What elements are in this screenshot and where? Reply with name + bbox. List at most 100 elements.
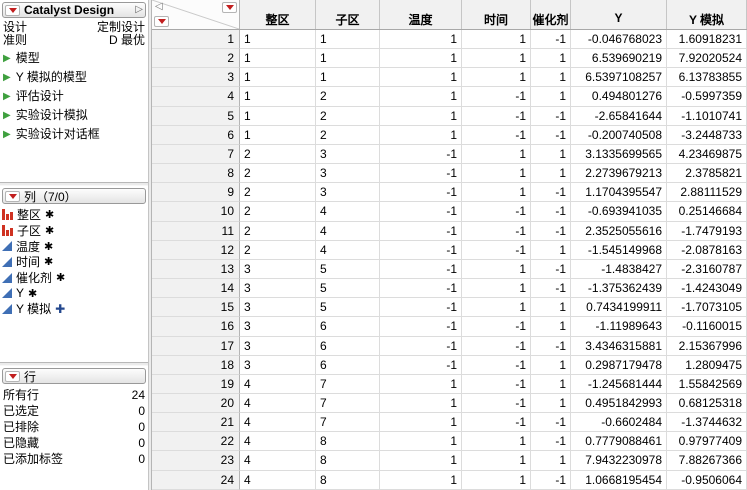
- red-triangle-menu-icon[interactable]: [5, 190, 20, 202]
- table-cell[interactable]: 2: [316, 125, 380, 145]
- table-cell[interactable]: -3.2448733: [667, 125, 747, 145]
- table-cell[interactable]: 1: [462, 470, 531, 490]
- table-cell[interactable]: 3: [240, 336, 316, 356]
- design-outline-item[interactable]: ▶ Y 模拟的模型: [0, 70, 148, 85]
- row-number-cell[interactable]: 12: [152, 240, 240, 260]
- row-stat-item[interactable]: 已排除 0: [0, 419, 148, 435]
- table-cell[interactable]: 2.88111529: [667, 183, 747, 203]
- table-cell[interactable]: 2: [240, 221, 316, 241]
- design-outline-item[interactable]: ▶ 评估设计: [0, 89, 148, 104]
- table-cell[interactable]: 1.2809475: [667, 355, 747, 375]
- table-cell[interactable]: 1: [380, 470, 462, 490]
- table-cell[interactable]: -1.11989643: [571, 317, 667, 337]
- table-cell[interactable]: -1: [380, 183, 462, 203]
- table-cell[interactable]: 1: [531, 240, 571, 260]
- table-cell[interactable]: 4: [316, 221, 380, 241]
- table-cell[interactable]: -1: [462, 393, 531, 414]
- table-cell[interactable]: 1.0668195454: [571, 470, 667, 490]
- table-cell[interactable]: 3: [316, 144, 380, 165]
- table-cell[interactable]: 0.4951842993: [571, 393, 667, 414]
- table-cell[interactable]: -2.3160787: [667, 259, 747, 280]
- table-cell[interactable]: -0.046768023: [571, 30, 667, 50]
- table-cell[interactable]: -1: [531, 432, 571, 452]
- table-cell[interactable]: 0.2987179478: [571, 355, 667, 375]
- table-cell[interactable]: 0.7779088461: [571, 432, 667, 452]
- table-cell[interactable]: 8: [316, 451, 380, 471]
- table-cell[interactable]: 5: [316, 298, 380, 318]
- table-cell[interactable]: 1: [462, 164, 531, 184]
- table-cell[interactable]: -1: [462, 413, 531, 433]
- table-cell[interactable]: -1: [531, 221, 571, 241]
- table-cell[interactable]: -1: [462, 355, 531, 375]
- rows-red-triangle-icon[interactable]: [154, 16, 169, 27]
- table-cell[interactable]: -1.7073105: [667, 298, 747, 318]
- table-cell[interactable]: 2: [240, 183, 316, 203]
- column-list-item[interactable]: 子区 ✱: [0, 223, 148, 239]
- row-number-cell[interactable]: 23: [152, 451, 240, 471]
- table-cell[interactable]: -1: [462, 317, 531, 337]
- row-number-cell[interactable]: 9: [152, 183, 240, 203]
- table-cell[interactable]: -1: [380, 279, 462, 299]
- table-cell[interactable]: -1: [531, 279, 571, 299]
- column-header[interactable]: 子区: [316, 0, 380, 29]
- table-cell[interactable]: 2: [240, 164, 316, 184]
- column-header[interactable]: Y: [571, 0, 667, 29]
- table-cell[interactable]: 8: [316, 470, 380, 490]
- table-cell[interactable]: -1: [531, 30, 571, 50]
- table-cell[interactable]: -1.7479193: [667, 221, 747, 241]
- table-cell[interactable]: -1: [462, 106, 531, 126]
- table-cell[interactable]: 4: [240, 374, 316, 394]
- table-cell[interactable]: 1: [316, 30, 380, 50]
- table-cell[interactable]: -1: [380, 202, 462, 222]
- row-number-cell[interactable]: 6: [152, 125, 240, 145]
- column-list-item[interactable]: 催化剂 ✱: [0, 270, 148, 286]
- column-header[interactable]: 催化剂: [531, 0, 571, 29]
- table-cell[interactable]: 0.25146684: [667, 202, 747, 222]
- table-cell[interactable]: 4: [240, 393, 316, 414]
- column-list-item[interactable]: Y ✱: [0, 285, 148, 301]
- table-cell[interactable]: 1: [316, 49, 380, 69]
- row-number-cell[interactable]: 5: [152, 106, 240, 126]
- design-outline-item[interactable]: ▶ 模型: [0, 51, 148, 66]
- table-cell[interactable]: 6: [316, 355, 380, 375]
- table-cell[interactable]: -2.65841644: [571, 106, 667, 126]
- table-cell[interactable]: 3.1335699565: [571, 144, 667, 165]
- columns-red-triangle-icon[interactable]: [222, 2, 237, 13]
- table-cell[interactable]: -0.200740508: [571, 125, 667, 145]
- table-cell[interactable]: 3: [240, 279, 316, 299]
- row-number-cell[interactable]: 21: [152, 413, 240, 433]
- table-cell[interactable]: -1: [462, 87, 531, 107]
- table-cell[interactable]: -1: [380, 221, 462, 241]
- row-number-cell[interactable]: 2: [152, 49, 240, 69]
- row-number-cell[interactable]: 20: [152, 393, 240, 414]
- table-cell[interactable]: 2: [240, 144, 316, 165]
- table-cell[interactable]: 1: [462, 68, 531, 88]
- row-number-cell[interactable]: 24: [152, 470, 240, 490]
- table-cell[interactable]: -0.1160015: [667, 317, 747, 337]
- table-cell[interactable]: -1: [462, 336, 531, 356]
- table-cell[interactable]: 0.97977409: [667, 432, 747, 452]
- table-cell[interactable]: 5: [316, 279, 380, 299]
- table-cell[interactable]: 6.13783855: [667, 68, 747, 88]
- row-number-cell[interactable]: 19: [152, 374, 240, 394]
- table-cell[interactable]: -1: [462, 374, 531, 394]
- grid-corner-cell[interactable]: ◁: [152, 0, 240, 29]
- table-cell[interactable]: -1.545149968: [571, 240, 667, 260]
- row-stat-item[interactable]: 所有行 24: [0, 387, 148, 403]
- row-number-cell[interactable]: 4: [152, 87, 240, 107]
- column-header[interactable]: 时间: [462, 0, 531, 29]
- table-cell[interactable]: 1.60918231: [667, 30, 747, 50]
- table-cell[interactable]: -0.693941035: [571, 202, 667, 222]
- table-cell[interactable]: 1: [531, 49, 571, 69]
- column-list-item[interactable]: 时间 ✱: [0, 254, 148, 270]
- table-cell[interactable]: -1: [380, 298, 462, 318]
- row-number-cell[interactable]: 18: [152, 355, 240, 375]
- row-stat-item[interactable]: 已选定 0: [0, 403, 148, 419]
- table-cell[interactable]: 1: [462, 432, 531, 452]
- table-cell[interactable]: -1: [531, 413, 571, 433]
- table-cell[interactable]: 1: [380, 68, 462, 88]
- table-cell[interactable]: -1: [380, 259, 462, 280]
- table-cell[interactable]: 7.92020524: [667, 49, 747, 69]
- table-cell[interactable]: 3: [240, 317, 316, 337]
- table-cell[interactable]: -1: [380, 144, 462, 165]
